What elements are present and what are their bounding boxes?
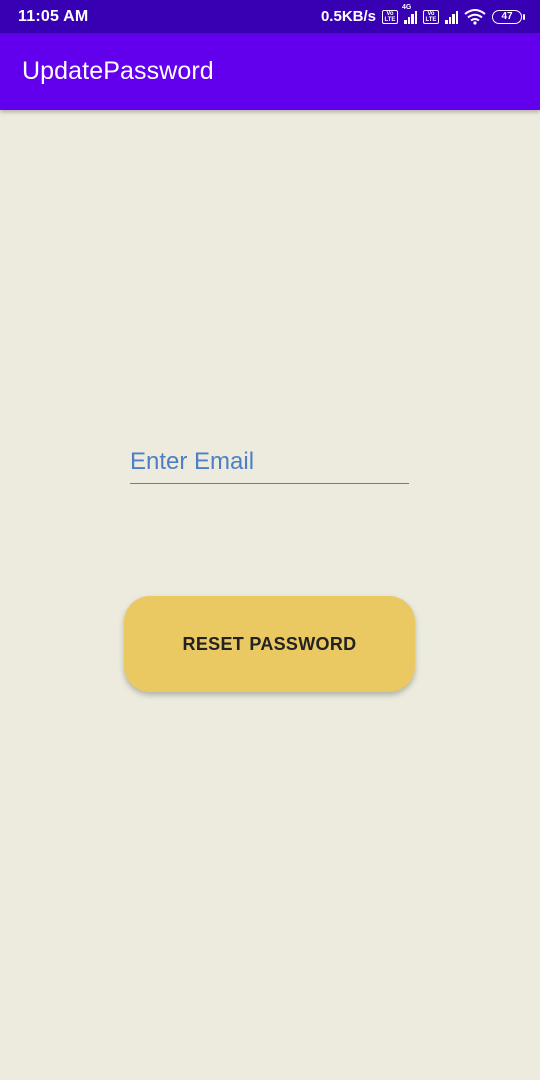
volte-icon: Vo LTE xyxy=(382,9,398,24)
battery-icon: 47 xyxy=(492,9,525,24)
email-field[interactable] xyxy=(130,440,409,483)
network-type-label: 4G xyxy=(402,3,412,11)
page-title: UpdatePassword xyxy=(22,57,214,85)
volte-icon-2: Vo LTE xyxy=(423,9,439,24)
signal-icon: 4G xyxy=(402,4,417,24)
reset-password-button[interactable]: RESET PASSWORD xyxy=(124,596,415,692)
signal-icon-2 xyxy=(445,10,458,24)
network-speed: 0.5KB/s xyxy=(320,8,376,25)
status-icons: 0.5KB/s Vo LTE 4G Vo LTE 47 xyxy=(320,4,525,25)
status-time: 11:05 AM xyxy=(18,7,89,25)
wifi-icon xyxy=(464,8,486,25)
battery-level: 47 xyxy=(501,11,513,22)
status-bar: 11:05 AM 0.5KB/s Vo LTE 4G Vo LTE 47 xyxy=(0,0,540,33)
email-field-container xyxy=(130,440,409,484)
app-bar: UpdatePassword xyxy=(0,33,540,110)
